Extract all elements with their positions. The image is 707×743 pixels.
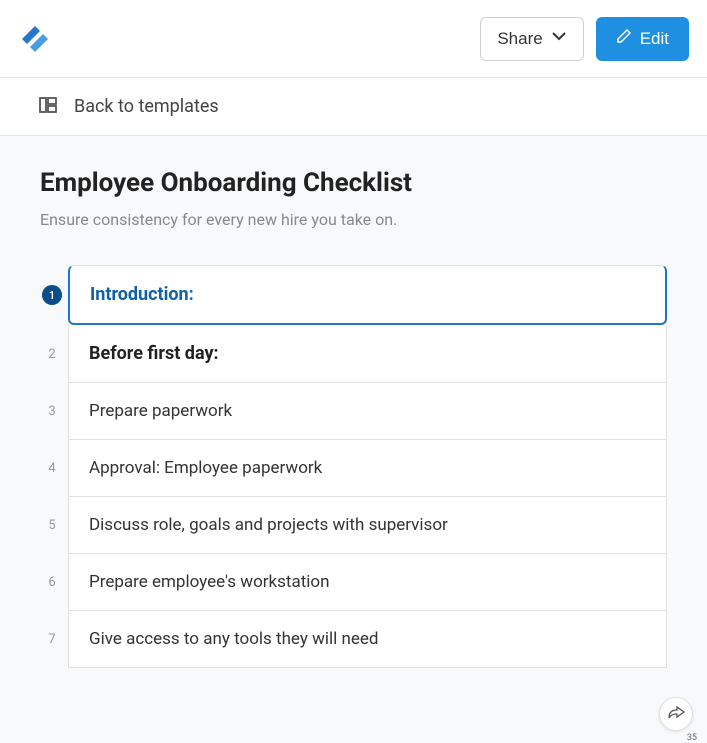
edit-button[interactable]: Edit <box>596 17 689 61</box>
back-to-templates-label: Back to templates <box>74 96 219 117</box>
item-number: 2 <box>36 325 68 383</box>
item-number: 4 <box>36 440 68 497</box>
float-count: 35 <box>687 733 697 743</box>
page-title: Employee Onboarding Checklist <box>0 168 707 198</box>
checklist-item[interactable]: 5Discuss role, goals and projects with s… <box>36 497 667 554</box>
share-label: Share <box>497 29 542 49</box>
item-label: Approval: Employee paperwork <box>68 440 667 497</box>
back-bar[interactable]: Back to templates <box>0 78 707 136</box>
templates-icon <box>38 95 58 119</box>
chevron-down-icon <box>551 28 567 49</box>
item-number: 1 <box>36 265 68 325</box>
content-area: Employee Onboarding Checklist Ensure con… <box>0 136 707 743</box>
checklist-item[interactable]: 4Approval: Employee paperwork <box>36 440 667 497</box>
app-logo-icon <box>18 22 52 56</box>
checklist-item[interactable]: 3Prepare paperwork <box>36 383 667 440</box>
top-actions: Share Edit <box>480 17 689 61</box>
item-label: Before first day: <box>68 325 667 383</box>
top-bar: Share Edit <box>0 0 707 78</box>
item-label: Prepare employee's workstation <box>68 554 667 611</box>
item-label: Introduction: <box>68 265 667 325</box>
checklist: 1Introduction:2Before first day:3Prepare… <box>0 265 707 743</box>
share-button[interactable]: Share <box>480 17 583 61</box>
share-arrow-icon <box>667 705 685 724</box>
item-number: 3 <box>36 383 68 440</box>
item-label: Discuss role, goals and projects with su… <box>68 497 667 554</box>
checklist-item[interactable]: 6Prepare employee's workstation <box>36 554 667 611</box>
item-label: Prepare paperwork <box>68 383 667 440</box>
item-number: 5 <box>36 497 68 554</box>
share-float-button[interactable] <box>659 697 693 731</box>
edit-label: Edit <box>640 29 669 49</box>
item-number: 6 <box>36 554 68 611</box>
checklist-item[interactable]: 7Give access to any tools they will need <box>36 611 667 668</box>
pencil-icon <box>616 28 632 49</box>
checklist-item[interactable]: 2Before first day: <box>36 325 667 383</box>
item-number-badge: 1 <box>42 285 62 305</box>
page-subtitle: Ensure consistency for every new hire yo… <box>0 210 707 229</box>
checklist-item[interactable]: 1 Introduction: <box>36 265 667 325</box>
item-label: Give access to any tools they will need <box>68 611 667 668</box>
item-number: 7 <box>36 611 68 668</box>
